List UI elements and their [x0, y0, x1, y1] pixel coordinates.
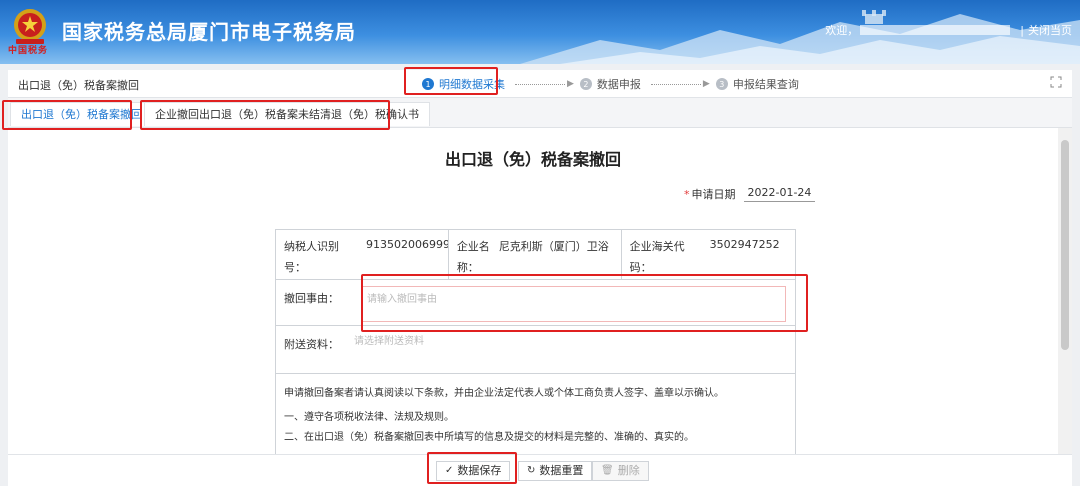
step-indicator: 1 明细数据采集 ▶ 2 数据申报 ▶ 3 申报结果查询	[422, 76, 799, 92]
welcome-text: 欢迎，	[825, 24, 859, 37]
taxpayer-id-label-suffix: 号：	[284, 261, 306, 274]
company-name-cell: 企业名 称： 尼克利斯（厦门）卫浴	[449, 230, 622, 279]
step-1-label: 明细数据采集	[439, 78, 505, 91]
company-name-label-suffix: 称：	[456, 261, 479, 274]
customs-code-label-suffix: 码：	[629, 261, 652, 274]
action-bar: ✓ 数据保存 ↻ 数据重置 🗑 删除	[8, 454, 1072, 486]
customs-code-cell: 企业海关代 码： 3502947252	[622, 230, 795, 279]
emblem-caption: 中国税务	[8, 46, 49, 56]
delete-button[interactable]: 🗑 删除	[592, 461, 649, 481]
header-divider: |	[1020, 23, 1024, 37]
sub-tabs: 出口退（免）税备案撤回 企业撤回出口退（免）税备案未结清退（免）税确认书	[8, 98, 1072, 128]
top-bar: 出口退（免）税备案撤回 1 明细数据采集 ▶ 2 数据申报 ▶ 3 申报结果查询	[8, 70, 1072, 98]
tab-unsettled-confirmation[interactable]: 企业撤回出口退（免）税备案未结清退（免）税确认书	[144, 102, 430, 126]
refresh-icon: ↻	[527, 465, 536, 476]
trash-icon: 🗑	[601, 465, 614, 476]
step-2-label: 数据申报	[596, 78, 641, 91]
form-title: 出口退（免）税备案撤回	[444, 150, 621, 169]
attachment-row: 附送资料： 请选择附送资料	[276, 326, 795, 374]
step-2[interactable]: 2 数据申报	[579, 76, 641, 92]
notice-intro: 申请撤回备案者请认真阅读以下条款，并由企业法定代表人或个体工商负责人签字、盖章以…	[284, 388, 724, 399]
apply-date-label: 申请日期	[691, 188, 736, 201]
step-1[interactable]: 1 明细数据采集	[422, 76, 505, 92]
tax-emblem-icon	[14, 9, 46, 44]
info-row: 纳税人识别 号： 91350200699941794 企业名 称： 尼克利斯（厦…	[276, 230, 795, 280]
site-title: 国家税务总局厦门市电子税务局	[62, 20, 356, 44]
arrow-right-icon: ▶	[702, 79, 710, 89]
customs-code-value: 3502947252	[709, 238, 780, 251]
reason-row: 撤回事由： 请输入撤回事由	[276, 280, 795, 326]
attachment-label: 附送资料：	[284, 338, 339, 351]
reason-textarea[interactable]: 请输入撤回事由	[362, 286, 786, 322]
step-2-number: 2	[579, 78, 592, 90]
check-icon: ✓	[445, 465, 454, 476]
arrow-right-icon: ▶	[567, 79, 574, 89]
taxpayer-id-label: 纳税人识别	[284, 240, 339, 253]
apply-date-row: * 申请日期 2022-01-24	[684, 186, 816, 202]
delete-label: 删除	[617, 464, 640, 477]
company-name-value: 尼克利斯（厦门）卫浴	[498, 240, 609, 253]
expand-icon[interactable]	[1050, 76, 1062, 88]
step-connector	[515, 83, 565, 85]
header-user-area: 欢迎， | 关闭当页	[825, 22, 1072, 38]
header-banner: 中国税务 国家税务总局厦门市电子税务局 欢迎， | 关闭当页	[0, 0, 1080, 64]
save-label: 数据保存	[457, 464, 502, 477]
breadcrumb: 出口退（免）税备案撤回	[18, 79, 139, 92]
step-1-number: 1	[422, 78, 434, 90]
masked-username	[860, 25, 1011, 35]
close-page-link[interactable]: 关闭当页	[1028, 22, 1072, 38]
required-mark: *	[684, 187, 690, 201]
form-table: 纳税人识别 号： 91350200699941794 企业名 称： 尼克利斯（厦…	[275, 229, 796, 454]
company-name-label: 企业名	[456, 240, 490, 253]
taxpayer-id-cell: 纳税人识别 号： 91350200699941794	[276, 230, 449, 279]
step-3[interactable]: 3 申报结果查询	[715, 76, 799, 92]
form-panel: 出口退（免）税备案撤回 * 申请日期 2022-01-24 纳税人识别 号： 9…	[8, 128, 1072, 454]
reset-button[interactable]: ↻ 数据重置	[518, 461, 593, 481]
scrollbar-thumb[interactable]	[1061, 140, 1069, 350]
apply-date-field[interactable]: 2022-01-24	[743, 186, 816, 202]
taxpayer-id-value: 91350200699941794	[366, 238, 448, 251]
customs-code-label: 企业海关代	[629, 240, 685, 253]
step-3-number: 3	[715, 78, 728, 90]
notice-text: 申请撤回备案者请认真阅读以下条款，并由企业法定代表人或个体工商负责人签字、盖章以…	[276, 374, 732, 454]
save-button[interactable]: ✓ 数据保存	[436, 461, 511, 481]
reason-label: 撤回事由：	[284, 292, 339, 305]
step-3-label: 申报结果查询	[732, 78, 799, 91]
attachment-select[interactable]: 请选择附送资料	[354, 332, 424, 347]
reset-label: 数据重置	[539, 464, 584, 477]
tab-withdraw-record[interactable]: 出口退（免）税备案撤回	[10, 102, 153, 126]
notice-clause-2: 二、在出口退（免）税备案撤回表中所填写的信息及提交的材料是完整的、准确的、真实的…	[284, 432, 694, 443]
notice-row: 申请撤回备案者请认真阅读以下条款，并由企业法定代表人或个体工商负责人签字、盖章以…	[276, 374, 795, 454]
notice-clause-1: 一、遵守各项税收法律、法规及规则。	[284, 412, 454, 423]
step-connector	[650, 83, 701, 85]
vertical-scrollbar[interactable]	[1058, 128, 1072, 454]
